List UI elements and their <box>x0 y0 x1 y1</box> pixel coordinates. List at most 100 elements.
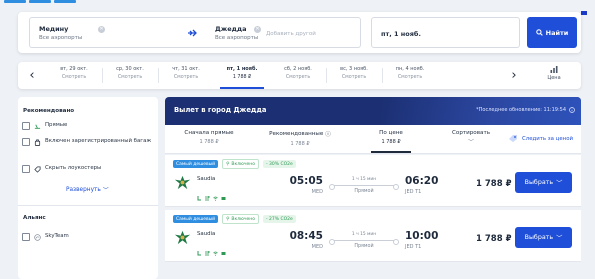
date-strip: ‹ вт, 29 окт. Смотреть ср, 30 окт. Смотр… <box>18 62 581 89</box>
results-panel: Вылет в город Джедда *Последнее обновлен… <box>165 97 581 279</box>
tab-by-price[interactable]: По цене 1 788 ₽ <box>351 125 431 154</box>
flight-card[interactable]: Самый дешевый ⚲ Включено - 27% CO2e Saudi… <box>165 210 581 262</box>
search-bar: Медину Все аэропорты ✕ Джедда Все аэропо… <box>18 12 581 53</box>
direct-checkbox[interactable] <box>22 122 30 130</box>
clear-origin-icon[interactable]: ✕ <box>98 26 105 33</box>
date-label: ср, 30 окт. <box>116 66 144 72</box>
tab-label: По цене <box>379 130 403 136</box>
departure-airport: MED <box>311 244 323 250</box>
destination-field[interactable]: Джедда Все аэропорты ✕ Добавить другой <box>206 17 361 48</box>
date-label: вс, 3 нояб. <box>340 66 368 72</box>
departure-time: 08:45 <box>289 230 323 242</box>
skyteam-label: SkyTeam <box>45 233 69 239</box>
date-cell[interactable]: вт, 29 окт. Смотреть <box>46 62 102 89</box>
seat-icon <box>197 241 202 256</box>
track-price-button[interactable]: Следить за ценой <box>508 134 573 143</box>
clear-destination-icon[interactable]: ✕ <box>254 26 261 33</box>
date-label: чт, 31 окт. <box>172 66 200 72</box>
flight-card[interactable]: Самый дешевый ⚲ Включено - 30% CO2e Saudi… <box>165 155 581 207</box>
choose-button[interactable]: Выбрать ﹀ <box>515 227 572 248</box>
meal-icon <box>205 186 210 201</box>
date-cell-selected[interactable]: пт, 1 нояб. 1 788 ₽ <box>214 62 270 89</box>
entertainment-icon <box>221 241 226 255</box>
chevron-down-icon: ﹀ <box>556 235 563 242</box>
bar-chart-icon <box>550 66 558 73</box>
amenities <box>197 186 226 201</box>
add-destination-input[interactable]: Добавить другой <box>266 31 316 37</box>
info-icon: ⓘ <box>325 132 331 138</box>
saudia-logo-icon <box>174 230 191 245</box>
date-cell[interactable]: сб, 2 нояб. Смотреть <box>270 62 326 89</box>
baggage-label: Включен зарегистрированный багаж <box>45 138 152 144</box>
direct-flight-icon <box>34 124 41 129</box>
results-title: Вылет в город Джедда <box>174 106 267 114</box>
filter-hide-lowcost[interactable]: Скрыть лоукостеры <box>22 165 101 173</box>
choose-button[interactable]: Выбрать ﹀ <box>515 172 572 193</box>
meal-icon <box>205 241 210 256</box>
recommended-heading: Рекомендовано <box>23 108 75 114</box>
flight-price: 1 788 ₽ <box>476 179 512 189</box>
departure-airport: MED <box>311 189 323 195</box>
filter-baggage[interactable]: Включен зарегистрированный багаж <box>22 138 152 146</box>
arrival-time: 10:00 <box>405 230 439 242</box>
tab-direct-first[interactable]: Сначала прямые 1 788 ₽ <box>169 125 249 154</box>
date-price: Смотреть <box>173 75 199 80</box>
tab-label: Сортировать <box>451 130 491 136</box>
filter-skyteam[interactable]: SkyTeam <box>22 233 69 241</box>
chevron-down-icon: ﹀ <box>102 188 109 194</box>
luggage-badge: ⚲ Включено <box>222 214 259 224</box>
co2-badge: - 30% CO2e <box>263 160 296 168</box>
search-icon <box>535 29 543 36</box>
date-cell[interactable]: пн, 4 нояб. Смотреть <box>382 62 438 89</box>
filter-direct[interactable]: Прямые <box>22 122 67 130</box>
edge-mark <box>581 11 587 15</box>
info-icon[interactable] <box>569 107 575 113</box>
arrival-airport: JED T1 <box>405 244 422 250</box>
stops: Прямой <box>354 189 374 194</box>
cheapest-badge: Самый дешевый <box>173 215 219 223</box>
tab-recommended[interactable]: Рекомендованные ⓘ 1 788 ₽ <box>255 125 345 154</box>
prev-dates-chevron-left-icon[interactable]: ‹ <box>18 62 46 89</box>
sort-dropdown[interactable]: Сортировать ﹀ <box>431 125 511 154</box>
origin-airports: Все аэропорты <box>39 35 83 41</box>
skyteam-logo-icon <box>34 234 41 241</box>
swap-button[interactable] <box>178 17 206 48</box>
last-updated-text: *Последнее обновление: 11:19:54 <box>476 107 566 113</box>
find-button[interactable]: Найти <box>527 17 577 48</box>
filters-panel: Рекомендовано Прямые Включен зарегистрир… <box>18 97 158 279</box>
route-info: 1 ч 15 мин Прямой <box>329 232 399 249</box>
luggage-icon: ⚲ <box>226 161 230 167</box>
breadcrumb <box>4 0 76 5</box>
date-field[interactable]: пт, 1 нояб. <box>371 17 520 48</box>
route-info: 1 ч 15 мин Прямой <box>329 177 399 194</box>
date-label: пт, 1 нояб. <box>226 66 258 72</box>
tab-price: 1 788 ₽ <box>290 141 310 147</box>
tab-label: Сначала прямые <box>184 130 234 136</box>
origin-field[interactable]: Медину Все аэропорты ✕ <box>29 17 178 48</box>
price-calendar-button[interactable]: Цена <box>530 62 578 89</box>
price-alert-icon <box>509 135 518 142</box>
lowcost-checkbox[interactable] <box>22 165 30 173</box>
plane-icon <box>188 29 197 36</box>
chevron-down-icon: ﹀ <box>556 180 563 187</box>
find-label: Найти <box>545 28 569 37</box>
track-price-label: Следить за ценой <box>522 135 573 142</box>
amenities <box>197 241 226 256</box>
baggage-checkbox[interactable] <box>22 138 30 146</box>
choose-label: Выбрать <box>524 179 554 186</box>
next-dates-chevron-right-icon[interactable]: › <box>500 62 528 89</box>
alliance-heading: Альянс <box>23 215 46 221</box>
departure-time: 05:05 <box>289 175 323 187</box>
divider <box>18 205 158 206</box>
date-cell[interactable]: ср, 30 окт. Смотреть <box>102 62 158 89</box>
date-label: сб, 2 нояб. <box>284 66 312 72</box>
date-cell[interactable]: вс, 3 нояб. Смотреть <box>326 62 382 89</box>
arrival-time: 06:20 <box>405 175 439 187</box>
skyteam-checkbox[interactable] <box>22 233 30 241</box>
date-price: Смотреть <box>397 75 423 80</box>
wifi-icon <box>213 186 218 201</box>
duration: 1 ч 15 мин <box>351 232 377 237</box>
date-cell[interactable]: чт, 31 окт. Смотреть <box>158 62 214 89</box>
expand-filters-button[interactable]: Развернуть ﹀ <box>66 185 109 195</box>
date-price: Смотреть <box>285 75 311 80</box>
